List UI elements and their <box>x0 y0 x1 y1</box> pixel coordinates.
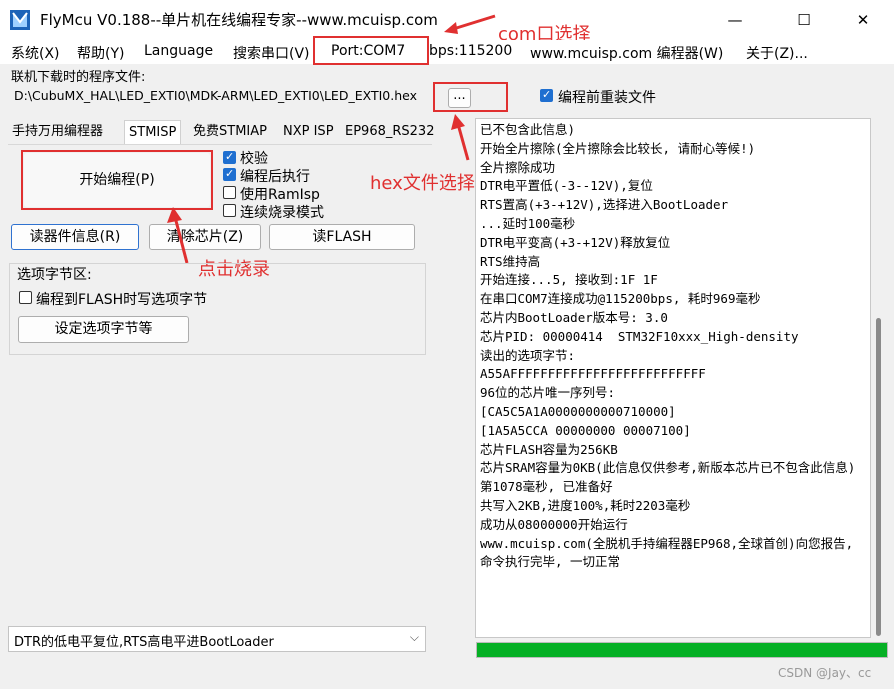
log-scroll-thumb[interactable] <box>876 318 881 636</box>
log-line: ...延时100毫秒 <box>480 215 576 231</box>
log-line: DTR电平置低(-3--12V),复位 <box>480 178 653 194</box>
file-path-field[interactable]: D:\CubuMX_HAL\LED_EXTI0\MDK-ARM\LED_EXTI… <box>8 84 426 108</box>
file-label: 联机下载时的程序文件: <box>11 70 146 85</box>
log-line: 96位的芯片唯一序列号: <box>480 385 616 401</box>
log-line: [1A5A5CCA 00000000 00007100] <box>480 422 691 438</box>
file-path-text: D:\CubuMX_HAL\LED_EXTI0\MDK-ARM\LED_EXTI… <box>14 88 417 103</box>
log-line: 在串口COM7连接成功@115200bps, 耗时969毫秒 <box>480 291 761 307</box>
maximize-button[interactable]: ☐ <box>781 0 827 40</box>
minimize-button[interactable]: — <box>712 0 758 40</box>
log-line: A55AFFFFFFFFFFFFFFFFFFFFFFFFFF <box>480 366 706 382</box>
use-ramisp-label: 使用RamIsp <box>240 187 320 203</box>
browse-file-button[interactable]: ... <box>448 88 471 108</box>
reload-before-program-checkbox[interactable] <box>540 88 553 102</box>
run-after-program-label: 编程后执行 <box>240 169 310 185</box>
log-lines: 已不包含此信息) 开始全片擦除(全片擦除会比较长, 请耐心等候!) 全片擦除成功 DT… <box>480 121 860 572</box>
use-ramisp-checkbox[interactable] <box>223 186 236 199</box>
log-line: 全片擦除成功 <box>480 159 556 175</box>
menu-language[interactable]: Language <box>144 43 213 59</box>
tab-ep968[interactable]: EP968_RS232 <box>341 120 438 144</box>
log-line: 芯片SRAM容量为0KB(此信息仅供参考,新版本芯片已不包含此信息) <box>480 460 856 476</box>
program-progress-bar <box>476 642 888 658</box>
log-line: 芯片FLASH容量为256KB <box>480 441 618 457</box>
read-device-info-button[interactable]: 读器件信息(R) <box>11 224 139 250</box>
log-line: 芯片内BootLoader版本号: 3.0 <box>480 309 668 325</box>
log-line: 第1078毫秒, 已准备好 <box>480 479 613 495</box>
tab-handheld[interactable]: 手持万用编程器 <box>8 120 107 144</box>
reset-mode-select[interactable]: DTR的低电平复位,RTS高电平进BootLoader ⌵ <box>8 626 426 652</box>
annotation-arrow-hex-icon <box>451 114 470 161</box>
write-option-byte-checkbox[interactable] <box>19 291 32 304</box>
menu-about[interactable]: 关于(Z)... <box>746 43 808 63</box>
write-option-byte-label: 编程到FLASH时写选项字节 <box>36 292 208 308</box>
log-line: www.mcuisp.com(全脱机手持编程器EP968,全球首创)向您报告, … <box>480 535 861 570</box>
start-program-button[interactable]: 开始编程(P) <box>24 153 210 207</box>
log-line: RTS维持高 <box>480 253 541 269</box>
reset-mode-select-value: DTR的低电平复位,RTS高电平进BootLoader <box>14 635 274 650</box>
run-after-program-checkbox[interactable] <box>223 167 236 181</box>
reload-before-program-label: 编程前重装文件 <box>558 90 656 106</box>
log-line: 已不包含此信息) <box>480 122 576 137</box>
verify-checkbox[interactable] <box>223 150 236 164</box>
set-option-byte-button[interactable]: 设定选项字节等 <box>18 316 189 343</box>
annotation-arrow-start-icon <box>167 207 189 264</box>
log-line: RTS置高(+3-+12V),选择进入BootLoader <box>480 197 729 213</box>
menu-bps[interactable]: bps:115200 <box>429 43 512 59</box>
status-bar <box>0 661 894 689</box>
menu-system[interactable]: 系统(X) <box>11 43 60 63</box>
log-line: 开始全片擦除(全片擦除会比较长, 请耐心等候!) <box>480 140 756 156</box>
menu-port[interactable]: Port:COM7 <box>331 43 405 59</box>
tab-nxp-isp[interactable]: NXP ISP <box>279 120 338 144</box>
chevron-down-icon: ⌵ <box>409 630 419 644</box>
menu-search-port[interactable]: 搜索串口(V) <box>233 43 310 63</box>
option-byte-group-label: 选项字节区: <box>17 267 92 283</box>
tab-stmiap[interactable]: 免费STMIAP <box>189 120 271 144</box>
flymcu-app-icon <box>10 10 30 30</box>
verify-label: 校验 <box>240 151 268 167</box>
log-line: 开始连接...5, 接收到:1F 1F <box>480 272 658 288</box>
continuous-burn-checkbox[interactable] <box>223 204 236 217</box>
log-line: [CA5C5A1A0000000000710000] <box>480 403 676 419</box>
annotation-hex: hex文件选择 <box>370 173 475 194</box>
log-line: DTR电平变高(+3-+12V)释放复位 <box>480 234 671 250</box>
annotation-arrow-com-icon <box>444 14 496 34</box>
menu-programmer[interactable]: www.mcuisp.com 编程器(W) <box>530 43 723 63</box>
continuous-burn-label: 连续烧录模式 <box>240 205 324 221</box>
menu-help[interactable]: 帮助(Y) <box>77 43 124 63</box>
watermark: CSDN @Jay、cc <box>778 666 872 680</box>
read-flash-button[interactable]: 读FLASH <box>269 224 415 250</box>
log-line: 共写入2KB,进度100%,耗时2203毫秒 <box>480 497 691 513</box>
log-line: 成功从08000000开始运行 <box>480 516 628 532</box>
log-output[interactable]: 已不包含此信息) 开始全片擦除(全片擦除会比较长, 请耐心等候!) 全片擦除成功 DT… <box>475 118 871 638</box>
log-line: 读出的选项字节: <box>480 347 576 363</box>
log-line: 芯片PID: 00000414 STM32F10xxx_High-density <box>480 328 799 344</box>
tab-stmisp[interactable]: STMISP <box>124 120 182 144</box>
close-button[interactable]: ✕ <box>840 0 886 40</box>
stmisp-panel <box>8 144 432 615</box>
window-title: FlyMcu V0.188--单片机在线编程专家--www.mcuisp.com <box>40 11 438 29</box>
